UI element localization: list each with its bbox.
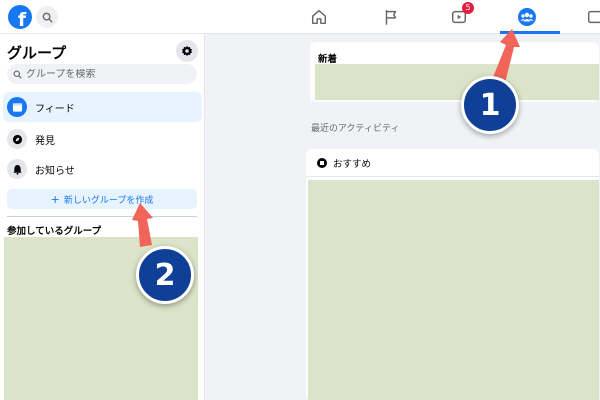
sidebar-title: グループ: [7, 44, 67, 62]
create-new-group-button[interactable]: + 新しいグループを作成: [7, 189, 197, 209]
group-search-input[interactable]: [26, 68, 186, 80]
joined-groups-heading: 参加しているグループ: [7, 226, 102, 237]
new-card-title: 新着: [318, 54, 338, 65]
nav-groups-tab[interactable]: [514, 4, 540, 30]
groups-sidebar: グループ フィード 発見 お知らせ + 新しいグループを作成 参加しているグルー…: [0, 34, 205, 400]
search-icon: [13, 69, 22, 79]
nav-pages-tab[interactable]: [378, 4, 404, 30]
logo-letter: f: [17, 9, 27, 29]
sidebar-item-label: フィード: [35, 103, 75, 115]
settings-button[interactable]: [176, 40, 198, 62]
more-icon: [587, 10, 600, 24]
new-card-placeholder: [315, 64, 599, 100]
active-tab-indicator: [500, 31, 560, 34]
recommended-card-header: おすすめ: [306, 149, 599, 177]
flag-icon: [385, 9, 397, 25]
sidebar-item-notifications[interactable]: お知らせ: [3, 154, 202, 184]
annotation-callout-2: 2: [136, 246, 194, 304]
discover-icon: [7, 129, 27, 149]
plus-icon: +: [50, 192, 60, 206]
sidebar-item-discover[interactable]: 発見: [3, 124, 202, 154]
sidebar-item-feed[interactable]: フィード: [3, 92, 202, 122]
gear-icon: [181, 45, 193, 57]
nav-watch-tab[interactable]: 5: [446, 2, 474, 30]
create-group-label: 新しいグループを作成: [63, 195, 154, 206]
nav-gaming-tab[interactable]: [582, 4, 600, 30]
recent-activity-heading: 最近のアクティビティ: [311, 124, 400, 134]
sidebar-item-label: 発見: [35, 135, 55, 147]
search-icon: [42, 12, 53, 23]
watch-notification-badge: 5: [462, 2, 474, 14]
facebook-logo[interactable]: f: [8, 5, 32, 29]
nav-home-tab[interactable]: [306, 4, 332, 30]
groups-icon: [518, 8, 536, 26]
search-button[interactable]: [36, 6, 58, 28]
feed-icon: [7, 97, 27, 117]
sidebar-divider: [7, 216, 197, 217]
annotation-callout-1: 1: [461, 76, 519, 134]
bell-icon: [7, 159, 27, 179]
top-navigation-bar: f 5: [0, 0, 600, 34]
recommended-card: おすすめ: [306, 149, 599, 400]
recommended-title: おすすめ: [333, 158, 372, 170]
recommended-content-placeholder: [308, 180, 599, 400]
sidebar-item-label: お知らせ: [35, 165, 75, 177]
new-activity-card: 新着: [310, 42, 599, 102]
home-icon: [311, 9, 327, 25]
recommended-icon: [317, 157, 327, 168]
group-search-field[interactable]: [7, 64, 197, 84]
